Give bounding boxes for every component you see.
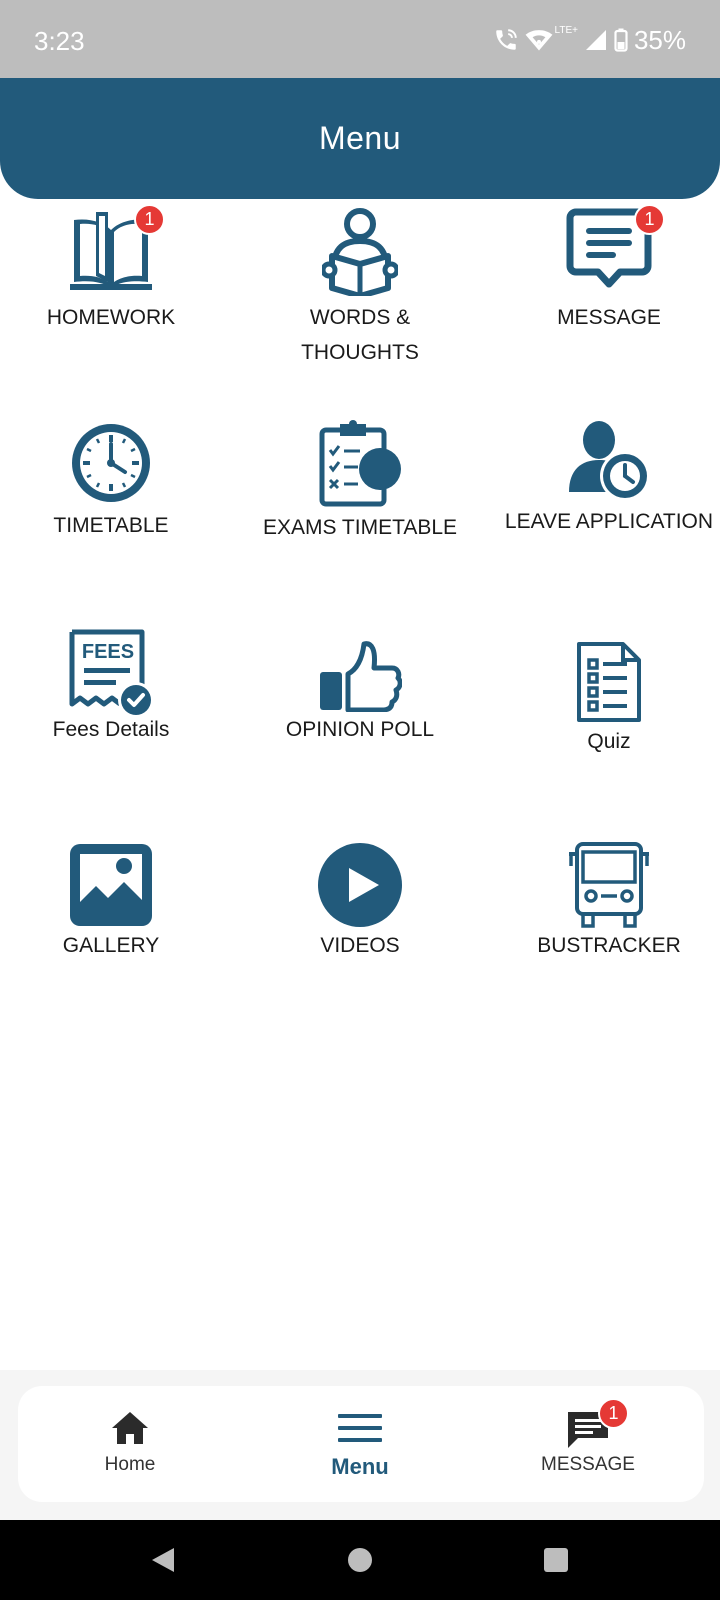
wifi-calling-icon	[493, 27, 519, 53]
message-bubble-icon: 1	[566, 204, 665, 288]
book-icon: 1	[66, 204, 165, 296]
wifi-icon	[525, 27, 553, 53]
network-type: LTE+	[554, 24, 578, 36]
message-icon: 1	[566, 1398, 629, 1448]
svg-text:FEES: FEES	[82, 641, 134, 663]
clipboard-checklist-icon	[318, 420, 402, 508]
fees-receipt-icon: FEES	[68, 628, 154, 718]
reading-person-icon	[320, 208, 400, 299]
menu-item-message[interactable]: 1 MESSAGE	[489, 204, 720, 335]
menu-item-quiz[interactable]: Quiz	[489, 640, 720, 759]
menu-item-fees-details[interactable]: FEES Fees Details	[0, 628, 231, 747]
menu-item-opinion-poll[interactable]: OPINION POLL	[240, 640, 480, 747]
nav-item-menu[interactable]: Menu	[260, 1386, 460, 1502]
nav-item-label: MESSAGE	[541, 1454, 635, 1475]
menu-item-homework[interactable]: 1 HOMEWORK	[0, 204, 231, 335]
menu-item-words-thoughts[interactable]: WORDS & THOUGHTS	[240, 208, 480, 370]
notification-badge: 1	[598, 1398, 629, 1429]
menu-item-label: BUSTRACKER	[537, 934, 681, 957]
menu-item-gallery[interactable]: GALLERY	[0, 842, 231, 963]
nav-item-label: Home	[104, 1454, 156, 1475]
bottom-nav-area: Home Menu 1 MESSAGE	[0, 1370, 720, 1520]
app-header: Menu	[0, 78, 720, 199]
back-icon[interactable]	[142, 1540, 182, 1580]
home-circle-icon[interactable]	[340, 1540, 380, 1580]
battery-level: 35%	[633, 24, 686, 55]
notification-badge: 1	[634, 204, 665, 235]
bus-icon	[567, 842, 651, 928]
menu-item-label: EXAMS TIMETABLE	[262, 516, 458, 539]
recents-icon[interactable]	[536, 1540, 576, 1580]
nav-item-home[interactable]: Home	[30, 1386, 230, 1502]
nav-item-message[interactable]: 1 MESSAGE	[488, 1386, 688, 1502]
menu-item-bustracker[interactable]: BUSTRACKER	[489, 842, 720, 963]
menu-item-label: WORDS & THOUGHTS	[301, 306, 419, 364]
menu-item-timetable[interactable]: TIMETABLE	[0, 420, 231, 543]
battery-icon	[614, 28, 628, 52]
status-time: 3:23	[34, 26, 85, 56]
cell-signal-icon	[584, 28, 608, 52]
nav-item-label: Menu	[331, 1454, 389, 1479]
menu-item-label: Quiz	[587, 730, 631, 753]
thumbs-up-icon	[318, 640, 403, 713]
image-icon	[68, 842, 154, 928]
status-icons: LTE+ 35%	[493, 24, 686, 56]
clock-icon	[68, 420, 154, 506]
status-bar: 3:23 LTE+ 35%	[0, 0, 720, 78]
hamburger-menu-icon	[338, 1408, 382, 1448]
menu-item-label: VIDEOS	[320, 934, 400, 957]
play-circle-icon	[317, 842, 403, 928]
menu-item-label: GALLERY	[62, 934, 160, 957]
menu-item-label: LEAVE APPLICATION	[504, 510, 714, 533]
menu-item-label: MESSAGE	[557, 306, 661, 329]
quiz-document-icon	[575, 640, 643, 724]
menu-item-label: OPINION POLL	[285, 718, 435, 741]
menu-item-label: HOMEWORK	[46, 306, 176, 329]
notification-badge: 1	[134, 204, 165, 235]
menu-item-label: TIMETABLE	[53, 514, 169, 537]
page-title: Menu	[318, 120, 402, 156]
person-clock-icon	[567, 420, 651, 504]
home-icon	[108, 1408, 152, 1448]
system-nav-bar	[0, 1520, 720, 1600]
menu-item-exams-timetable[interactable]: EXAMS TIMETABLE	[240, 420, 480, 545]
menu-item-leave-application[interactable]: LEAVE APPLICATION	[489, 420, 720, 539]
menu-item-videos[interactable]: VIDEOS	[240, 842, 480, 963]
bottom-nav: Home Menu 1 MESSAGE	[18, 1386, 704, 1502]
